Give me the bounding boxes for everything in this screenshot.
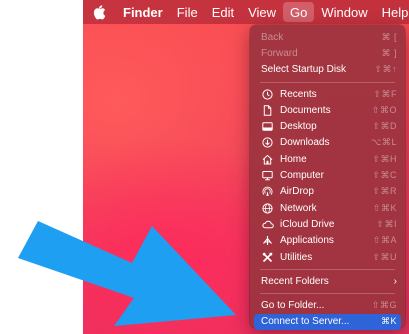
menu-item-shortcut: ⌥⌘L: [371, 137, 397, 148]
menu-item-shortcut: ⌘ [: [381, 31, 397, 42]
menu-item-desktop[interactable]: Desktop ⇧⌘D: [250, 118, 405, 134]
menu-item-shortcut: ⇧⌘U: [372, 251, 397, 262]
menu-item-label: Utilities: [280, 251, 313, 263]
menu-item-label: Network: [280, 202, 317, 214]
menu-item-computer[interactable]: Computer ⇧⌘C: [250, 167, 405, 183]
menu-item-label: Documents: [280, 104, 331, 116]
menu-item-shortcut: ⇧⌘H: [372, 153, 397, 164]
menu-item-shortcut: ⇧⌘C: [372, 170, 397, 181]
menubar-view[interactable]: View: [241, 0, 283, 24]
menu-item-label: Recents: [280, 88, 317, 100]
menu-item-shortcut: ⇧⌘G: [371, 300, 397, 311]
menu-item-documents[interactable]: Documents ⇧⌘O: [250, 102, 405, 118]
menu-item-shortcut: ⇧⌘O: [371, 104, 397, 115]
menu-item-connect-to-server[interactable]: Connect to Server... ⌘K: [254, 313, 401, 331]
menu-item-label: Desktop: [280, 121, 317, 133]
applications-icon: [261, 234, 274, 247]
apple-menu-button[interactable]: [83, 0, 116, 24]
menu-item-label: Forward: [261, 47, 298, 59]
menu-item-select-startup-disk[interactable]: Select Startup Disk ⇧⌘↑: [250, 62, 405, 78]
menu-item-label: Go to Folder...: [261, 300, 325, 312]
menubar-window[interactable]: Window: [314, 0, 374, 24]
menu-separator: [260, 293, 395, 295]
menu-item-shortcut: ⇧⌘R: [372, 186, 397, 197]
menu-item-label: Back: [261, 31, 284, 43]
airdrop-icon: [261, 185, 274, 198]
menu-item-back[interactable]: Back ⌘ [: [250, 29, 405, 45]
menu-item-shortcut: ⇧⌘F: [373, 88, 397, 99]
menu-item-recent-folders[interactable]: Recent Folders ›: [250, 273, 405, 289]
menu-item-shortcut: ⇧⌘K: [372, 202, 397, 213]
utilities-icon: [261, 251, 274, 264]
menu-item-label: Applications: [280, 235, 334, 247]
menu-item-label: Home: [280, 153, 307, 165]
menu-item-shortcut: ⇧⌘I: [376, 218, 397, 229]
apple-logo-icon: [93, 4, 106, 20]
menubar-file[interactable]: File: [170, 0, 205, 24]
menu-item-label: Connect to Server...: [261, 316, 350, 328]
menu-item-icloud-drive[interactable]: iCloud Drive ⇧⌘I: [250, 216, 405, 232]
menu-item-airdrop[interactable]: AirDrop ⇧⌘R: [250, 184, 405, 200]
menu-item-label: AirDrop: [280, 186, 314, 198]
menubar-edit[interactable]: Edit: [205, 0, 241, 24]
menu-item-label: iCloud Drive: [280, 218, 335, 230]
menu-separator: [260, 269, 395, 271]
menu-bar: Finder File Edit View Go Window Help: [83, 0, 409, 24]
go-menu: Back ⌘ [ Forward ⌘ ] Select Startup Disk…: [250, 25, 405, 331]
menu-item-shortcut: ⇧⌘A: [372, 235, 397, 246]
desktop-icon: [261, 120, 274, 133]
menu-item-shortcut: ⌘K: [380, 316, 397, 327]
menu-item-label: Select Startup Disk: [261, 64, 347, 76]
download-icon: [261, 136, 274, 149]
menu-item-shortcut: ⌘ ]: [381, 47, 397, 58]
menu-item-applications[interactable]: Applications ⇧⌘A: [250, 233, 405, 249]
menu-item-go-to-folder[interactable]: Go to Folder... ⇧⌘G: [250, 297, 405, 313]
menu-item-downloads[interactable]: Downloads ⌥⌘L: [250, 135, 405, 151]
menu-item-network[interactable]: Network ⇧⌘K: [250, 200, 405, 216]
document-icon: [261, 104, 274, 117]
cloud-icon: [261, 218, 274, 231]
menu-item-utilities[interactable]: Utilities ⇧⌘U: [250, 249, 405, 265]
computer-icon: [261, 169, 274, 182]
menu-item-recents[interactable]: Recents ⇧⌘F: [250, 86, 405, 102]
network-icon: [261, 202, 274, 215]
clock-icon: [261, 88, 274, 101]
chevron-right-icon: ›: [393, 275, 397, 287]
menu-item-label: Recent Folders: [261, 275, 329, 287]
menubar-finder[interactable]: Finder: [116, 0, 170, 24]
home-icon: [261, 153, 274, 166]
menu-item-home[interactable]: Home ⇧⌘H: [250, 151, 405, 167]
menubar-go[interactable]: Go: [283, 2, 315, 22]
menubar-help[interactable]: Help: [375, 0, 409, 24]
menu-separator: [260, 81, 395, 83]
menu-item-shortcut: ⇧⌘D: [372, 121, 397, 132]
menu-item-label: Computer: [280, 170, 324, 182]
menu-item-forward[interactable]: Forward ⌘ ]: [250, 45, 405, 61]
menu-item-shortcut: ⇧⌘↑: [374, 64, 397, 75]
menu-item-label: Downloads: [280, 137, 330, 149]
